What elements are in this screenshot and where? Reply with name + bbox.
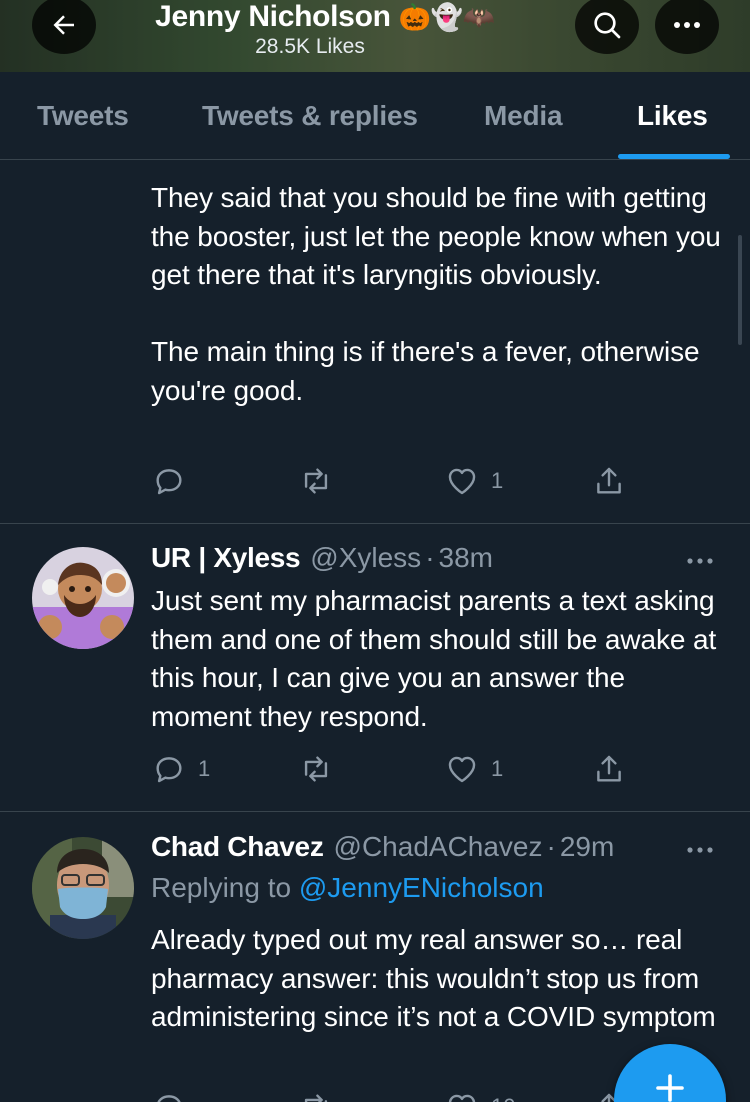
retweet-button[interactable] [299, 749, 345, 789]
author-name[interactable]: UR | Xyless [151, 542, 301, 574]
share-icon [597, 755, 621, 782]
tweet-time: 29m [559, 831, 615, 862]
retweet-icon [304, 756, 328, 782]
reply-button[interactable]: 1 [152, 749, 210, 789]
reply-bubble-icon [156, 469, 182, 495]
avatar-chad-image [32, 837, 134, 939]
dot-separator: · [425, 542, 435, 573]
reply-button[interactable] [152, 461, 198, 501]
active-tab-indicator [618, 154, 730, 159]
replying-to-prefix: Replying to [151, 872, 299, 903]
reply-bubble-icon [156, 757, 182, 783]
profile-likes-screen: Jenny Nicholson 🎃👻🦇 28.5K Likes Tweets T… [0, 0, 750, 1102]
more-dots-icon [674, 22, 700, 28]
heart-icon [448, 468, 476, 495]
tweet-actions: 1 [0, 461, 750, 501]
tweet-more-button[interactable] [680, 835, 720, 865]
tweet-feed[interactable]: They said that you should be fine with g… [0, 161, 750, 1102]
heart-icon [448, 1094, 476, 1102]
tab-tweets[interactable]: Tweets [37, 72, 129, 160]
share-button[interactable] [592, 461, 626, 501]
like-count: 1 [491, 468, 504, 493]
tab-media[interactable]: Media [484, 72, 563, 160]
tweet-actions: 1 1 [0, 749, 750, 789]
avatar[interactable] [32, 547, 134, 649]
reply-count: 1 [198, 756, 211, 781]
author-handle[interactable]: @Xyless [310, 542, 421, 574]
tweet-text: Just sent my pharmacist parents a text a… [151, 585, 724, 732]
tab-tweets-and-replies[interactable]: Tweets & replies [202, 72, 418, 160]
more-dots-icon [687, 847, 713, 853]
reply-button[interactable] [152, 1087, 198, 1102]
avatar[interactable] [32, 837, 134, 939]
like-button[interactable]: 1 [445, 461, 503, 501]
share-icon [597, 467, 621, 494]
profile-tabs: Tweets Tweets & replies Media Likes [0, 72, 750, 160]
scrollbar[interactable] [738, 235, 742, 345]
like-count: 1 [491, 756, 504, 781]
like-button[interactable]: 1 [445, 749, 503, 789]
replying-to-mention[interactable]: @JennyENicholson [299, 872, 544, 903]
author-name[interactable]: Chad Chavez [151, 831, 324, 863]
search-icon [594, 12, 621, 39]
share-button[interactable] [592, 749, 626, 789]
more-dots-icon [687, 558, 713, 564]
tweet-divider [0, 811, 750, 812]
plus-icon [656, 1074, 684, 1102]
tweet-divider [0, 523, 750, 524]
profile-header: Jenny Nicholson 🎃👻🦇 28.5K Likes [0, 0, 750, 72]
retweet-button[interactable] [299, 1087, 345, 1102]
retweet-button[interactable] [299, 461, 345, 501]
like-button[interactable]: 10 [445, 1087, 515, 1102]
author-handle[interactable]: @ChadAChavez [334, 831, 543, 863]
like-count: 10 [491, 1094, 515, 1102]
profile-name: Jenny Nicholson [155, 0, 391, 33]
tweet-text: Already typed out my real answer so… rea… [151, 924, 716, 1033]
tweet-time: 38m [438, 542, 493, 573]
retweet-icon [304, 1094, 328, 1102]
likes-count: 28.5K Likes [255, 35, 365, 58]
tweet-meta: UR | Xyless @Xyless · 38m [151, 542, 493, 582]
tab-likes[interactable]: Likes [637, 72, 708, 160]
tweet-text: They said that you should be fine with g… [151, 182, 721, 406]
avatar-xyless-image [32, 547, 134, 649]
replying-to: Replying to @JennyENicholson [151, 872, 544, 904]
retweet-icon [304, 468, 328, 494]
dot-separator: · [546, 831, 556, 862]
heart-icon [448, 756, 476, 783]
reply-bubble-icon [157, 1095, 181, 1102]
tweet-meta: Chad Chavez @ChadAChavez · 29m [151, 831, 614, 871]
tweet-more-button[interactable] [680, 546, 720, 576]
profile-name-emoji: 🎃👻🦇 [398, 2, 496, 32]
